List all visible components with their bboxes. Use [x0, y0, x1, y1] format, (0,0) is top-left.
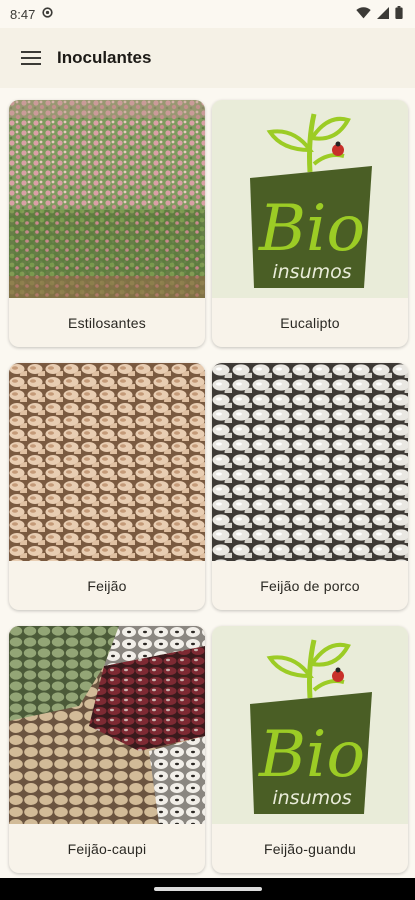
- card-label: Feijão de porco: [260, 577, 360, 594]
- system-nav-bar: [0, 878, 415, 900]
- page-title: Inoculantes: [57, 48, 152, 67]
- card-label: Feijão-caupi: [67, 840, 147, 857]
- card-feijao[interactable]: Feijão: [9, 363, 205, 610]
- svg-text:insumos: insumos: [272, 261, 351, 283]
- card-eucalipto[interactable]: Bio insumos Eucalipto: [212, 100, 408, 347]
- menu-button[interactable]: [11, 38, 51, 78]
- card-label: Eucalipto: [280, 314, 340, 331]
- card-image: [212, 363, 408, 561]
- bio-insumos-logo: Bio insumos: [212, 100, 408, 298]
- svg-text:insumos: insumos: [272, 787, 351, 809]
- signal-icon: [377, 6, 389, 22]
- status-time: 8:47: [10, 6, 36, 22]
- settings-icon: [41, 6, 54, 22]
- app-bar: Inoculantes: [0, 28, 415, 88]
- card-label: Feijão: [87, 577, 127, 594]
- card-image: [9, 100, 205, 298]
- card-feijao-caupi[interactable]: Feijão-caupi: [9, 626, 205, 873]
- battery-icon: [395, 6, 403, 22]
- card-label: Estilosantes: [68, 314, 146, 331]
- card-image: [9, 626, 205, 824]
- card-estilosantes[interactable]: Estilosantes: [9, 100, 205, 347]
- svg-text:Bio: Bio: [258, 192, 365, 266]
- home-gesture-handle[interactable]: [154, 887, 262, 891]
- svg-text:Bio: Bio: [258, 718, 365, 792]
- card-feijao-de-porco[interactable]: Feijão de porco: [212, 363, 408, 610]
- card-label: Feijão-guandu: [263, 840, 357, 857]
- wifi-icon: [356, 6, 371, 22]
- status-bar: 8:47: [0, 0, 415, 28]
- card-image: [9, 363, 205, 561]
- bio-insumos-logo: Bio insumos: [212, 626, 408, 824]
- inoculant-grid: Estilosantes Bio insumos Eucalipto Feijã…: [0, 88, 415, 878]
- card-feijao-guandu[interactable]: Bio insumos Feijão-guandu: [212, 626, 408, 873]
- menu-icon: [21, 51, 41, 65]
